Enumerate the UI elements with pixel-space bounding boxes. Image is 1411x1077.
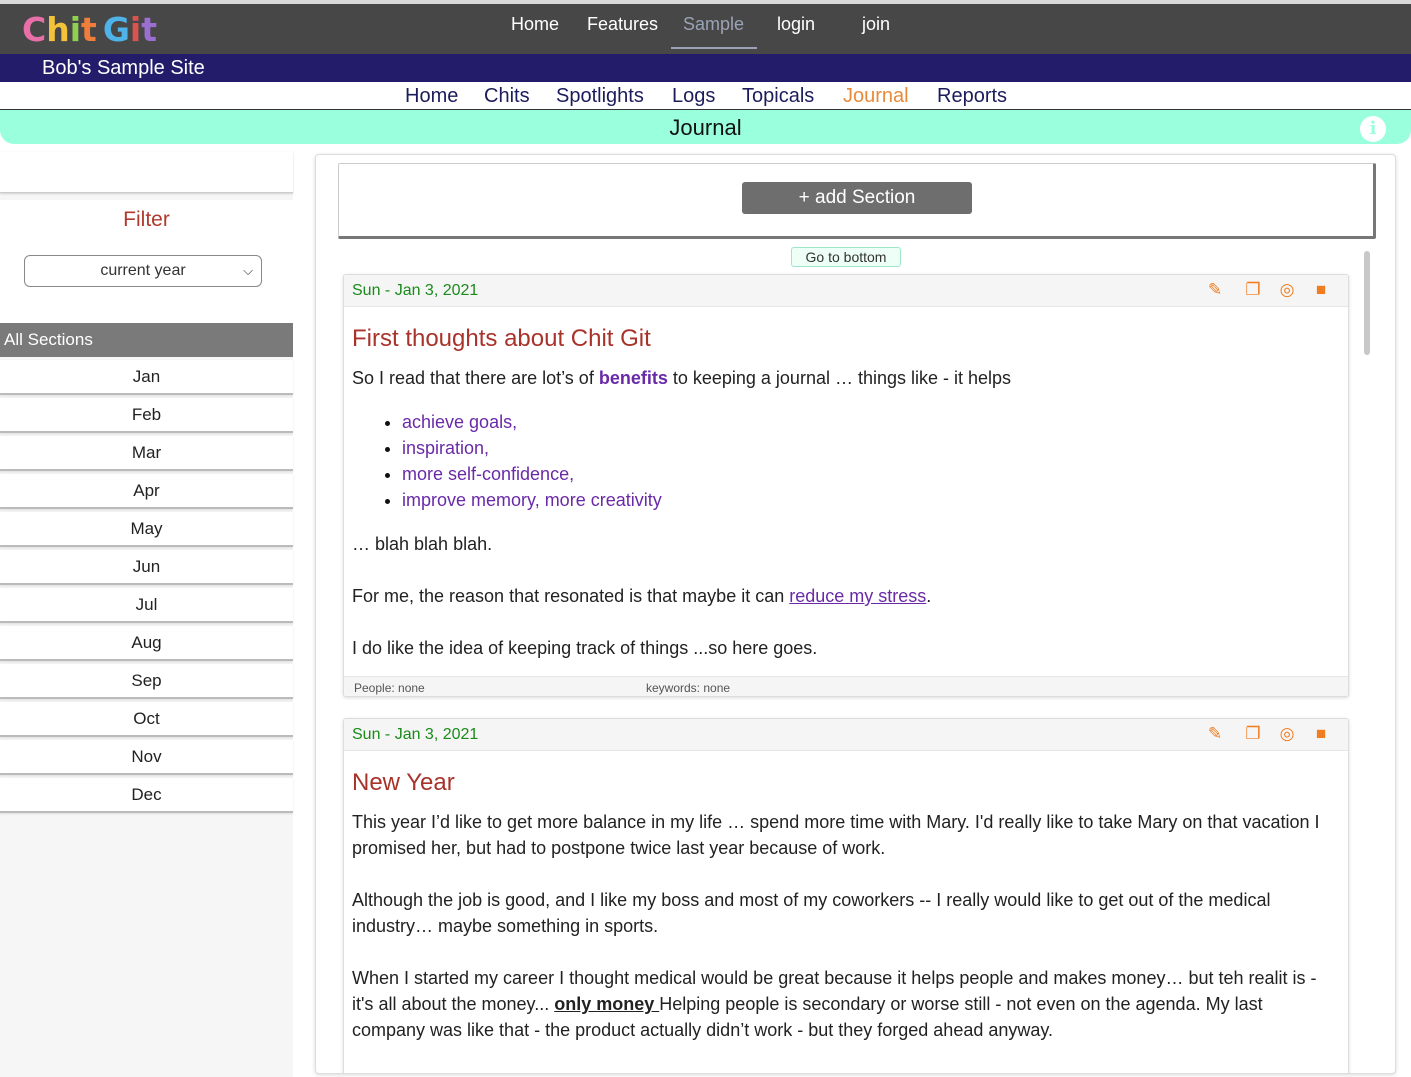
filter-title: Filter bbox=[123, 208, 170, 231]
logo-letter: i bbox=[69, 10, 82, 49]
top-bar: Chit Git Home Features Sample login join bbox=[0, 0, 1411, 54]
text-run: . bbox=[926, 586, 932, 606]
entry-body: New Year This year I’d like to get more … bbox=[344, 769, 1348, 1043]
entry-paragraph: For me, the reason that resonated is tha… bbox=[352, 583, 1340, 609]
entry-people: People: none bbox=[354, 681, 425, 695]
share-icon[interactable]: ◎ bbox=[1276, 279, 1298, 301]
month-item-nov[interactable]: Nov bbox=[0, 740, 293, 775]
year-filter-select[interactable]: current year ⌵ bbox=[24, 255, 262, 287]
section-nav-journal[interactable]: Journal bbox=[843, 85, 909, 108]
sidebar: Filter current year ⌵ All Sections Jan Fe… bbox=[0, 152, 293, 1077]
month-item-jul[interactable]: Jul bbox=[0, 588, 293, 623]
text-run: So I read that there are lot’s of bbox=[352, 368, 599, 388]
text-run: For me, the reason that resonated is tha… bbox=[352, 586, 790, 606]
section-nav-chits[interactable]: Chits bbox=[484, 85, 530, 108]
logo-letter: t bbox=[81, 10, 97, 49]
add-section-button[interactable]: + add Section bbox=[742, 182, 972, 214]
site-name[interactable]: Bob's Sample Site bbox=[42, 57, 205, 80]
reduce-stress-link[interactable]: reduce my stress bbox=[789, 586, 926, 606]
only-money-link[interactable]: only money bbox=[554, 994, 659, 1014]
entry-title: First thoughts about Chit Git bbox=[352, 325, 651, 352]
entry-paragraph: Although the job is good, and I like my … bbox=[352, 890, 1271, 936]
year-filter-value: current year bbox=[100, 262, 186, 279]
section-nav: Home Chits Spotlights Logs Topicals Jour… bbox=[0, 82, 1411, 110]
all-sections-button[interactable]: All Sections bbox=[0, 323, 293, 357]
top-nav-home[interactable]: Home bbox=[511, 14, 559, 35]
top-nav-features[interactable]: Features bbox=[587, 14, 658, 35]
filter-panel: Filter current year ⌵ bbox=[0, 200, 293, 323]
copy-icon[interactable]: ❐ bbox=[1242, 279, 1264, 301]
chevron-down-icon: ⌵ bbox=[243, 263, 253, 278]
journal-entry: Sun - Jan 3, 2021 ✎ ❐ ◎ ■ First thoughts… bbox=[343, 274, 1349, 697]
list-item: more self-confidence, bbox=[402, 461, 1340, 487]
site-bar: Bob's Sample Site bbox=[0, 54, 1411, 82]
entry-paragraph: So I read that there are lot’s of benefi… bbox=[352, 365, 1340, 391]
logo-letter: h bbox=[46, 10, 70, 49]
entry-paragraph: I do like the idea of keeping track of t… bbox=[352, 638, 818, 658]
month-item-aug[interactable]: Aug bbox=[0, 626, 293, 661]
entry-paragraph: … blah blah blah. bbox=[352, 534, 493, 554]
journal-header: Journal i bbox=[0, 110, 1411, 144]
entry-keywords: keywords: none bbox=[646, 681, 731, 695]
top-nav-sample[interactable]: Sample bbox=[683, 14, 744, 35]
logo-letter: C bbox=[22, 10, 47, 49]
section-nav-home[interactable]: Home bbox=[405, 85, 458, 108]
active-nav-underline bbox=[671, 47, 757, 49]
journal-main: + add Section Go to bottom Sun - Jan 3, … bbox=[315, 154, 1396, 1074]
entry-body: First thoughts about Chit Git So I read … bbox=[344, 325, 1348, 661]
add-section-panel: + add Section bbox=[338, 163, 1376, 239]
entry-paragraph: When I started my career I thought medic… bbox=[352, 965, 1340, 1043]
month-item-apr[interactable]: Apr bbox=[0, 474, 293, 509]
top-nav-join[interactable]: join bbox=[862, 14, 890, 35]
section-nav-reports[interactable]: Reports bbox=[937, 85, 1007, 108]
benefits-link[interactable]: benefits bbox=[599, 368, 668, 388]
trash-icon[interactable]: ■ bbox=[1310, 723, 1332, 745]
section-nav-topicals[interactable]: Topicals bbox=[742, 85, 814, 108]
section-nav-spotlights[interactable]: Spotlights bbox=[556, 85, 644, 108]
month-item-oct[interactable]: Oct bbox=[0, 702, 293, 737]
journal-entry: Sun - Jan 3, 2021 ✎ ❐ ◎ ■ New Year This … bbox=[343, 718, 1349, 1073]
sidebar-top-panel bbox=[0, 152, 293, 193]
entry-footer: People: none keywords: none bbox=[344, 676, 1348, 696]
list-item: inspiration, bbox=[402, 435, 1340, 461]
entry-date: Sun - Jan 3, 2021 bbox=[352, 282, 479, 299]
scrollbar-thumb[interactable] bbox=[1364, 251, 1370, 355]
month-item-jun[interactable]: Jun bbox=[0, 550, 293, 585]
top-nav-login[interactable]: login bbox=[777, 14, 815, 35]
month-item-feb[interactable]: Feb bbox=[0, 398, 293, 433]
logo-letter: t bbox=[141, 10, 157, 49]
entry-title: New Year bbox=[352, 769, 455, 796]
trash-icon[interactable]: ■ bbox=[1310, 279, 1332, 301]
month-item-jan[interactable]: Jan bbox=[0, 360, 293, 395]
pencil-icon[interactable]: ✎ bbox=[1204, 279, 1226, 301]
entry-paragraph: This year I’d like to get more balance i… bbox=[352, 812, 1320, 858]
month-item-mar[interactable]: Mar bbox=[0, 436, 293, 471]
go-to-bottom-button[interactable]: Go to bottom bbox=[791, 247, 901, 267]
list-item: achieve goals, bbox=[402, 409, 1340, 435]
pencil-icon[interactable]: ✎ bbox=[1204, 723, 1226, 745]
copy-icon[interactable]: ❐ bbox=[1242, 723, 1264, 745]
month-item-sep[interactable]: Sep bbox=[0, 664, 293, 699]
month-item-dec[interactable]: Dec bbox=[0, 778, 293, 813]
list-item: improve memory, more creativity bbox=[402, 487, 1340, 513]
benefit-list: achieve goals, inspiration, more self-co… bbox=[402, 409, 1340, 513]
text-run: to keeping a journal … things like - it … bbox=[667, 368, 1012, 388]
entry-header: Sun - Jan 3, 2021 ✎ ❐ ◎ ■ bbox=[344, 719, 1348, 751]
page-title: Journal bbox=[669, 115, 742, 140]
logo-letter: G bbox=[102, 10, 130, 49]
share-icon[interactable]: ◎ bbox=[1276, 723, 1298, 745]
month-item-may[interactable]: May bbox=[0, 512, 293, 547]
info-icon[interactable]: i bbox=[1360, 116, 1386, 142]
entry-header: Sun - Jan 3, 2021 ✎ ❐ ◎ ■ bbox=[344, 275, 1348, 307]
logo-letter: i bbox=[129, 10, 142, 49]
entry-date: Sun - Jan 3, 2021 bbox=[352, 726, 479, 743]
chit-git-logo[interactable]: Chit Git bbox=[22, 11, 157, 49]
section-nav-logs[interactable]: Logs bbox=[672, 85, 715, 108]
